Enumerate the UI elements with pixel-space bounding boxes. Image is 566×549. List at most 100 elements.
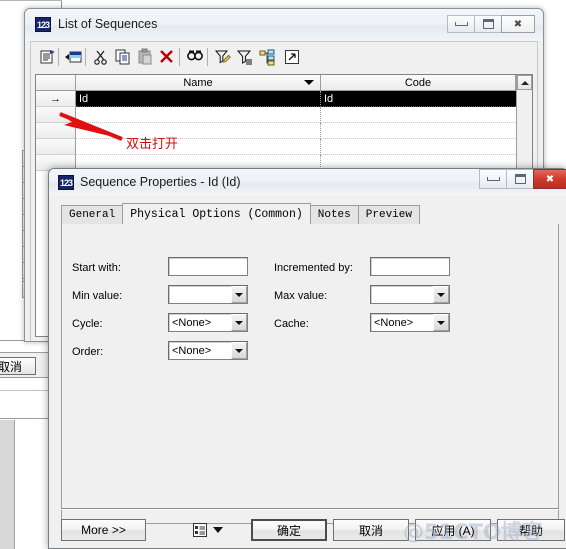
tab-preview[interactable]: Preview [357,205,420,224]
123-icon: 123 [58,175,74,190]
help-button-label: 帮助 [518,523,543,538]
max-value-combo[interactable] [370,285,450,304]
apply-button[interactable]: 应用 (A) [415,519,491,541]
cycle-value-text: <None> [172,316,212,329]
chevron-down-icon[interactable] [213,527,223,533]
grid-header-code[interactable]: Code [321,75,516,91]
row-indicator [36,123,76,139]
grid-header-row: Name Code [36,75,532,91]
cell-name[interactable] [76,139,321,155]
chevron-down-icon [235,320,243,325]
order-dropdown-button[interactable] [231,342,247,359]
cell-name[interactable] [76,107,321,123]
table-row[interactable] [36,139,532,155]
row-indicator: → [36,91,76,107]
include-subpackages-icon[interactable] [256,46,278,68]
help-button[interactable]: 帮助 [497,519,565,541]
left-window-cancel-button[interactable]: 取消 [0,357,36,375]
dialog-close-button[interactable]: ✖ [533,169,566,189]
scroll-up-button[interactable] [517,75,532,90]
table-row[interactable] [36,107,532,123]
chevron-down-icon [437,292,445,297]
edit-filter-icon[interactable] [212,46,234,68]
cell-name[interactable]: Id [76,91,321,107]
dialog-body: General Physical Options (Common) Notes … [53,196,565,548]
ok-button-label: 确定 [276,523,301,538]
more-button[interactable]: More >> [61,519,146,541]
open-icon[interactable] [281,46,303,68]
cancel-button[interactable]: 取消 [333,519,409,541]
cycle-combo[interactable]: <None> [168,313,248,332]
maximize-icon [482,19,494,29]
chevron-down-icon [437,320,445,325]
delete-icon[interactable] [156,46,178,68]
cell-code[interactable] [321,139,516,155]
sequence-properties-dialog: 123 Sequence Properties - Id (Id) ✖ Gene… [48,168,566,549]
start-with-label: Start with: [72,262,121,274]
cycle-dropdown-button[interactable] [231,314,247,331]
cache-label: Cache: [274,318,309,330]
cell-name[interactable] [76,123,321,139]
order-value-text: <None> [172,344,212,357]
tab-physical-options-common[interactable]: Physical Options (Common) [122,203,311,224]
dialog-window-controls: ✖ [479,169,566,189]
properties-icon[interactable] [37,46,59,68]
cancel-button-label: 取消 [358,523,383,538]
start-with-input[interactable] [168,257,248,276]
copy-icon[interactable] [112,46,134,68]
maximize-icon [514,174,526,184]
cell-code[interactable]: Id [321,91,516,107]
cache-dropdown-button[interactable] [433,314,449,331]
cache-value-text: <None> [374,316,414,329]
order-label: Order: [72,346,104,358]
dialog-titlebar[interactable]: 123 Sequence Properties - Id (Id) ✖ [49,169,566,196]
cut-icon[interactable] [90,46,112,68]
arrow-up-icon [520,80,529,85]
chevron-down-icon [235,348,243,353]
cell-code[interactable] [321,123,516,139]
grid-header-name-label: Name [183,76,213,89]
more-button-label: More >> [81,523,126,537]
dialog-title: Sequence Properties - Id (Id) [80,175,241,189]
chevron-down-icon [235,292,243,297]
cache-combo[interactable]: <None> [370,313,450,332]
tab-notes[interactable]: Notes [309,205,359,224]
min-value-dropdown-button[interactable] [231,286,247,303]
minimize-icon [454,22,468,26]
close-button[interactable]: ✖ [501,15,535,33]
apply-filter-icon[interactable] [234,46,256,68]
left-window-cancel-label: 取消 [0,359,22,374]
apply-button-label: 应用 (A) [431,523,475,538]
table-row[interactable] [36,123,532,139]
table-row[interactable]: → Id Id [36,91,532,107]
incremented-by-label: Incremented by: [274,262,353,274]
ok-button[interactable]: 确定 [251,519,327,541]
minimize-icon [486,177,500,181]
dialog-button-bar: More >> 确定 取消 应用 (A) 帮助 [53,510,565,548]
min-value-combo[interactable] [168,285,248,304]
maximize-button[interactable] [474,15,502,33]
list-window-titlebar[interactable]: 123 List of Sequences ✖ [25,9,543,41]
dialog-maximize-button[interactable] [506,169,534,189]
tab-general[interactable]: General [61,205,124,224]
dialog-minimize-button[interactable] [479,169,507,189]
cell-code[interactable] [321,107,516,123]
dialog-tabs: General Physical Options (Common) Notes … [61,203,559,224]
max-value-dropdown-button[interactable] [433,286,449,303]
max-value-label: Max value: [274,290,328,302]
incremented-by-input[interactable] [370,257,450,276]
list-window-controls: ✖ [447,15,535,33]
list-window-title: List of Sequences [58,17,158,31]
row-indicator [36,139,76,155]
minimize-button[interactable] [447,15,475,33]
min-value-label: Min value: [72,290,123,302]
order-combo[interactable]: <None> [168,341,248,360]
123-icon: 123 [35,17,51,32]
list-menu-icon[interactable] [192,522,208,538]
find-icon[interactable] [184,46,206,68]
paste-icon [134,46,156,68]
grid-header-indicator [36,75,76,91]
insert-row-icon[interactable] [63,46,85,68]
grid-header-name[interactable]: Name [76,75,321,91]
cycle-label: Cycle: [72,318,103,330]
